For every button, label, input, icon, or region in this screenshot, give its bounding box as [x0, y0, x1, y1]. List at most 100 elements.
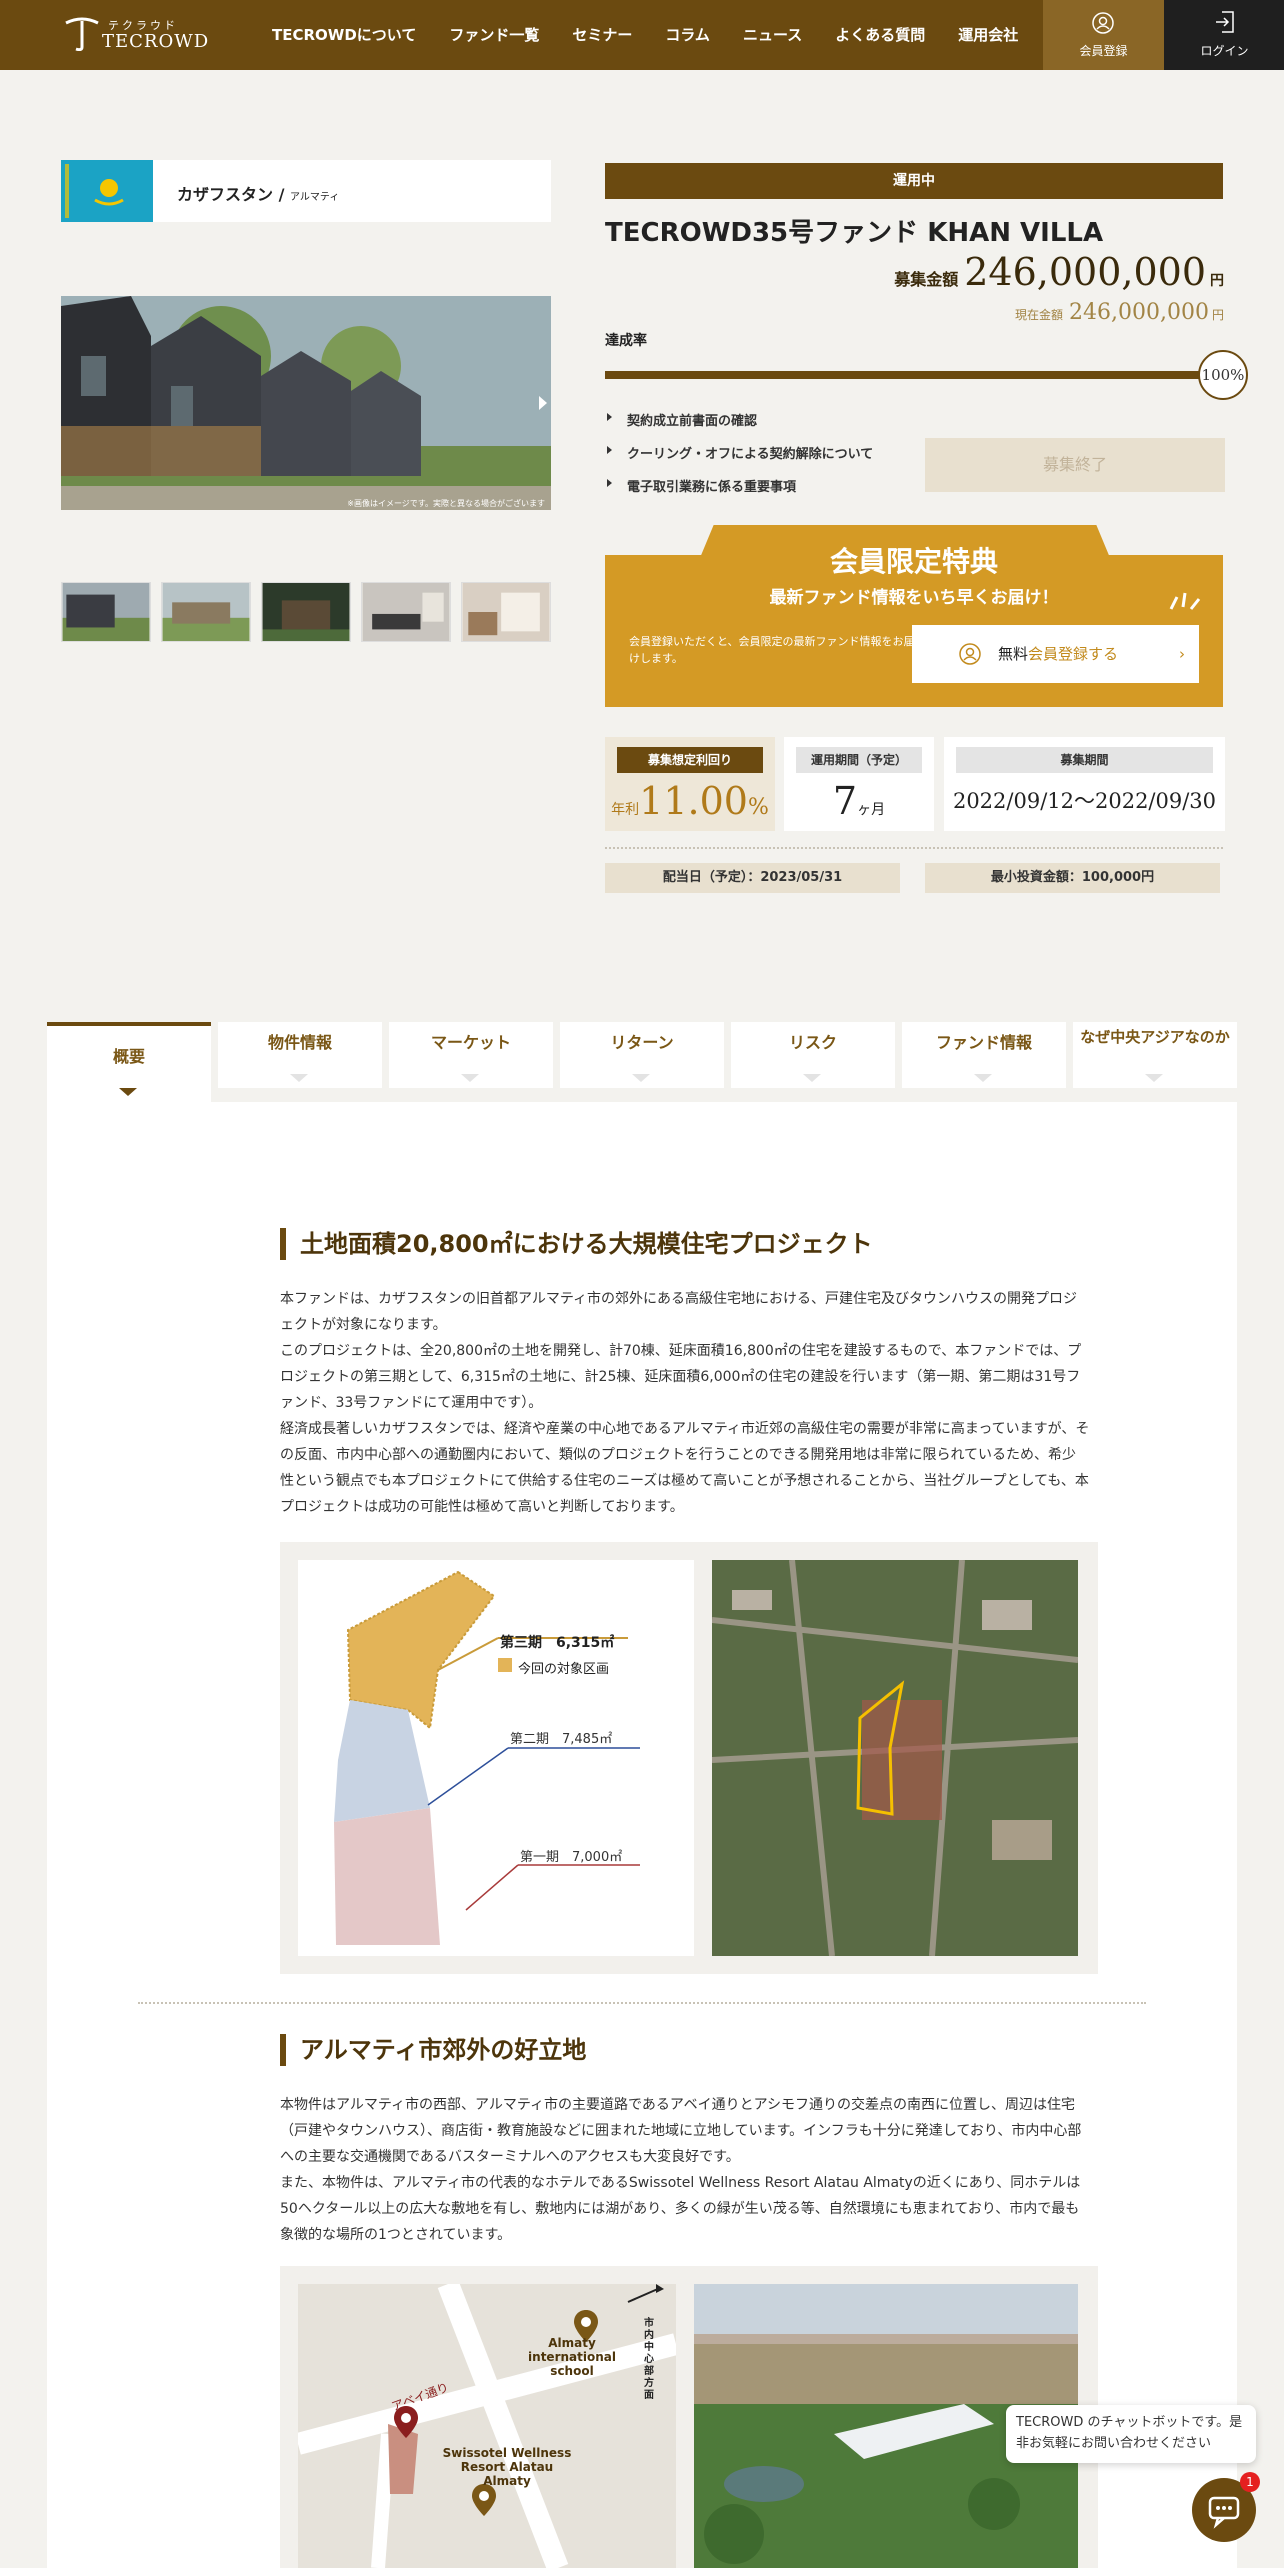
- site-header: テクラウド TECROWD TECROWDについて ファンド一覧 セミナー コラ…: [0, 0, 1284, 70]
- yield-prefix: 年利: [611, 802, 640, 818]
- chatbot-bubble[interactable]: TECROWD のチャットボットです。是非お気軽にお問い合わせください: [1006, 2405, 1256, 2463]
- chevron-down-icon: [1145, 1074, 1163, 1082]
- direction-label: 市内中心部方面: [644, 2318, 654, 2401]
- period-number: 7: [832, 779, 858, 823]
- register-button[interactable]: 会員登録: [1043, 0, 1164, 70]
- status-badge: 運用中: [605, 163, 1223, 199]
- tab-property[interactable]: 物件情報: [218, 1022, 382, 1088]
- flag-emblem-icon: [65, 164, 124, 218]
- thumbnail-2[interactable]: [161, 582, 251, 642]
- logo-icon: [65, 17, 99, 51]
- nav-item-about[interactable]: TECROWDについて: [272, 24, 416, 45]
- chevron-right-icon: ›: [1179, 645, 1185, 663]
- nav-item-seminar[interactable]: セミナー: [572, 24, 632, 45]
- main-nav: TECROWDについて ファンド一覧 セミナー コラム ニュース よくある質問 …: [272, 24, 1051, 45]
- phase1-label: 第一期 7,000㎡: [520, 1850, 623, 1865]
- amount-value: 246,000,000: [964, 250, 1206, 294]
- member-banner: 会員限定特典 最新ファンド情報をいち早くお届け！ 会員登録いただくと、会員限定の…: [605, 525, 1223, 707]
- register-prefix: 無料: [998, 645, 1029, 663]
- thumbnail-3[interactable]: [261, 582, 351, 642]
- area-map-svg: [298, 2284, 676, 2568]
- site-plan-figure: 第三期 6,315㎡ 今回の対象区画 第二期 7,485㎡ 第一期 7,000㎡: [280, 1542, 1098, 1974]
- recruit-box: 募集期間 2022/09/12〜2022/09/30: [944, 737, 1225, 831]
- kazakhstan-flag: [61, 160, 153, 222]
- yield-value: 年利11.00%: [605, 779, 775, 823]
- current-value: 246,000,000: [1069, 300, 1209, 325]
- location-bar: カザフスタン / アルマティ: [61, 160, 551, 222]
- register-label: 会員登録する: [1028, 645, 1119, 663]
- period-label: 運用期間（予定）: [796, 747, 922, 773]
- closed-button[interactable]: 募集終了: [925, 438, 1225, 492]
- thumbnail-4[interactable]: [361, 582, 451, 642]
- user-icon: [1092, 12, 1114, 34]
- thumbnail-1[interactable]: [61, 582, 151, 642]
- chevron-down-icon: [803, 1074, 821, 1082]
- current-unit: 円: [1211, 308, 1224, 322]
- location-text: カザフスタン / アルマティ: [177, 181, 339, 205]
- rate-label: 達成率: [605, 333, 647, 349]
- main-photo[interactable]: ※画像はイメージです。実際と異なる場合がございます: [61, 296, 551, 510]
- site-plan-diagram: 第三期 6,315㎡ 今回の対象区画 第二期 7,485㎡ 第一期 7,000㎡: [298, 1560, 694, 1956]
- nav-item-column[interactable]: コラム: [665, 24, 710, 45]
- login-button[interactable]: ログイン: [1164, 0, 1284, 70]
- thumbnail-5[interactable]: [461, 582, 551, 642]
- satellite-svg: [712, 1560, 1078, 1956]
- user-icon: [959, 643, 981, 665]
- amount: 募集金額 246,000,000 円: [894, 250, 1224, 294]
- logo-text: TECROWD: [102, 31, 210, 52]
- site-plan-svg: [334, 1570, 640, 1945]
- period-value: 7ヶ月: [784, 779, 934, 823]
- country-name: カザフスタン: [177, 185, 274, 204]
- chevron-down-icon: [290, 1074, 308, 1082]
- school-label: Almaty international school: [528, 2336, 616, 2378]
- section-heading-location: アルマティ市郊外の好立地: [280, 2034, 586, 2066]
- satellite-photo: [712, 1560, 1078, 1956]
- current-amount: 現在金額 246,000,000 円: [1015, 300, 1224, 325]
- nav-item-faq[interactable]: よくある質問: [835, 24, 925, 45]
- login-icon: [1216, 11, 1234, 33]
- register-label: 会員登録: [1079, 44, 1128, 58]
- free-register-button[interactable]: 無料会員登録する ›: [912, 625, 1199, 683]
- tab-market[interactable]: マーケット: [389, 1022, 553, 1088]
- location-separator: /: [278, 185, 285, 204]
- city-name: アルマティ: [290, 192, 340, 203]
- nav-item-funds[interactable]: ファンド一覧: [449, 24, 539, 45]
- period-box: 運用期間（予定） 7ヶ月: [784, 737, 934, 831]
- doc-link-pre-contract[interactable]: 契約成立前書面の確認: [605, 410, 873, 429]
- document-links: 契約成立前書面の確認 クーリング・オフによる契約解除について 電子取引業務に係る…: [605, 410, 873, 509]
- current-label: 現在金額: [1015, 308, 1064, 322]
- nav-item-company[interactable]: 運用会社: [958, 24, 1018, 45]
- location-figure: Almaty international school Swissotel We…: [280, 2266, 1098, 2568]
- chevron-down-icon: [974, 1074, 992, 1082]
- section-divider: [138, 2002, 1146, 2004]
- nav-item-news[interactable]: ニュース: [743, 24, 802, 45]
- target-area-label: 今回の対象区画: [518, 1662, 610, 1677]
- fund-title: TECROWD35号ファンド KHAN VILLA: [605, 218, 1104, 248]
- tab-return[interactable]: リターン: [560, 1022, 724, 1088]
- chevron-down-icon: [632, 1074, 650, 1082]
- member-title: 会員限定特典: [829, 545, 998, 578]
- doc-link-important-matters[interactable]: 電子取引業務に係る重要事項: [605, 476, 873, 495]
- section-body-location: 本物件はアルマティ市の西部、アルマティ市の主要道路であるアベイ通りとアシモフ通り…: [280, 2097, 1082, 2243]
- tab-overview[interactable]: 概要: [47, 1022, 211, 1102]
- hotel-label: Swissotel Wellness Resort Alatau Almaty: [442, 2446, 572, 2488]
- login-label: ログイン: [1200, 44, 1249, 58]
- yield-unit: %: [747, 795, 769, 820]
- section-body-project: 本ファンドは、カザフスタンの旧首都アルマティ市の郊外にある高級住宅地における、戸…: [280, 1291, 1090, 1515]
- notification-badge: 1: [1240, 2472, 1260, 2492]
- register-button-text: 無料会員登録する: [998, 625, 1118, 683]
- overview-content: 土地面積20,800㎡における大規模住宅プロジェクト 本ファンドは、カザフスタン…: [47, 1102, 1237, 2568]
- doc-link-cooling-off[interactable]: クーリング・オフによる契約解除について: [605, 443, 873, 462]
- legend-swatch: [498, 1658, 512, 1672]
- member-description: 会員登録いただくと、会員限定の最新ファンド情報をお届けします。: [629, 635, 915, 665]
- houses-photo: [61, 296, 551, 510]
- area-map: Almaty international school Swissotel We…: [298, 2284, 676, 2568]
- recruit-value: 2022/09/12〜2022/09/30: [952, 789, 1217, 813]
- tab-risk[interactable]: リスク: [731, 1022, 895, 1088]
- section-heading-project: 土地面積20,800㎡における大規模住宅プロジェクト: [280, 1228, 873, 1260]
- phase3-label: 第三期 6,315㎡: [500, 1635, 615, 1651]
- tab-fund-info[interactable]: ファンド情報: [902, 1022, 1066, 1088]
- progress-fill: [605, 371, 1205, 379]
- progress-percent: 100%: [1198, 350, 1248, 400]
- tab-why-central-asia[interactable]: なぜ中央アジアなのか: [1073, 1022, 1237, 1088]
